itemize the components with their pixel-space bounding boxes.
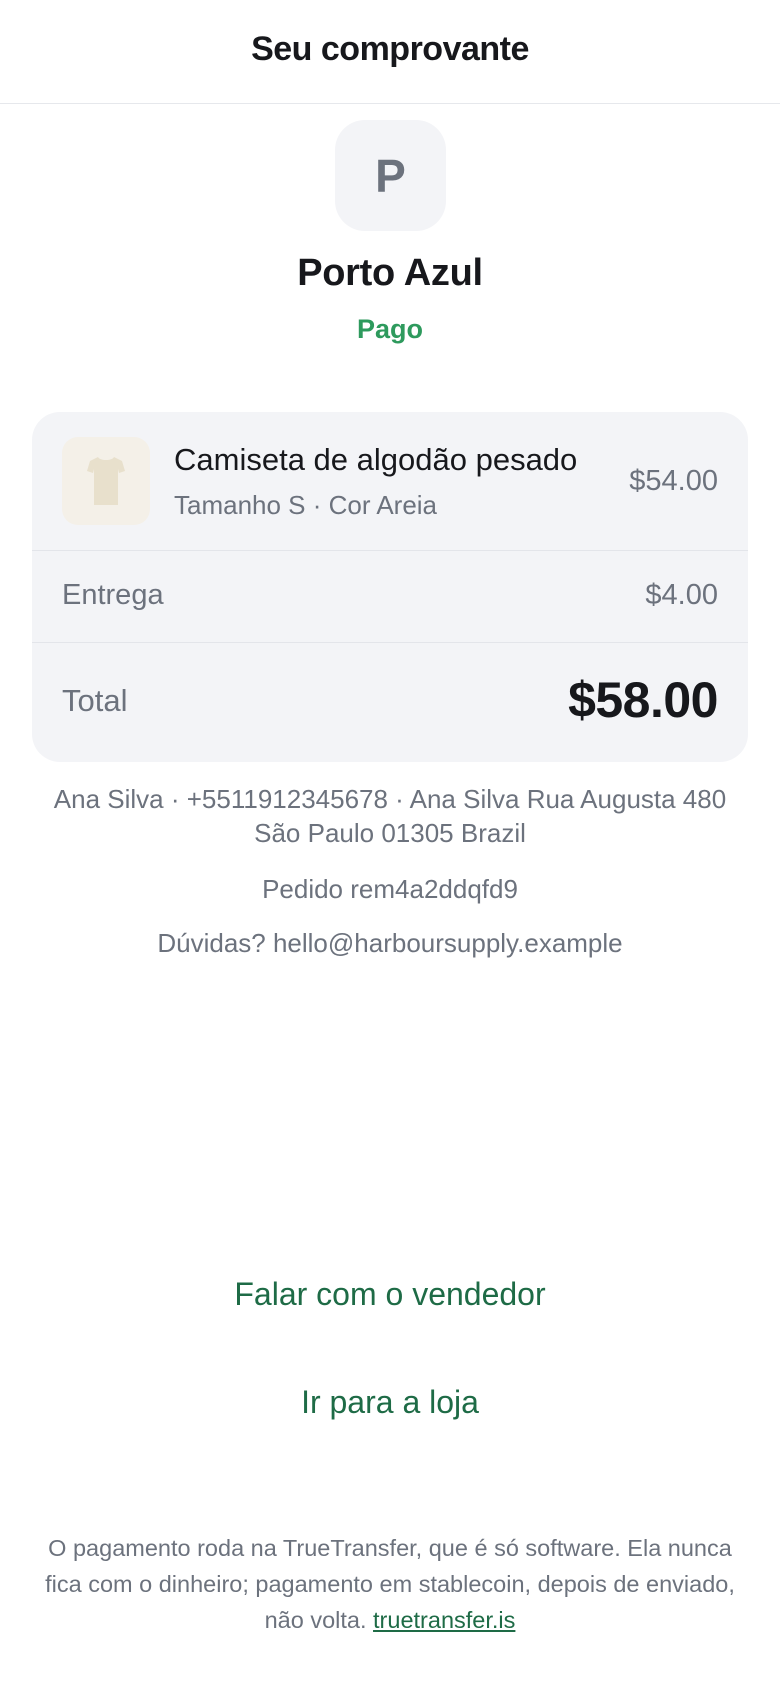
merchant-avatar: P: [335, 120, 446, 231]
go-to-store-button[interactable]: Ir para a loja: [190, 1372, 590, 1432]
item-variant: Tamanho S · Cor Areia: [174, 490, 438, 520]
item-price: $54.00: [629, 465, 718, 497]
tshirt-icon: [87, 457, 125, 505]
header: Seu comprovante: [0, 0, 780, 104]
receipt-page: Seu comprovante P Porto Azul Pago Camise…: [0, 0, 780, 1688]
truetransfer-link[interactable]: truetransfer.is: [373, 1607, 515, 1633]
merchant-name: Porto Azul: [297, 252, 483, 294]
order-summary-card: Camiseta de algodão pesado Tamanho S · C…: [32, 412, 748, 762]
page-title: Seu comprovante: [251, 30, 529, 68]
merchant-initial: P: [375, 149, 406, 202]
support-contact: Dúvidas? hello@harboursupply.example: [157, 928, 623, 958]
footer-disclaimer: O pagamento roda na TrueTransfer, que é …: [36, 1530, 744, 1638]
shipping-value: $4.00: [645, 579, 718, 611]
total-label: Total: [62, 683, 128, 718]
shipping-address-line2: São Paulo 01305 Brazil: [254, 818, 526, 848]
item-name: Camiseta de algodão pesado: [174, 442, 578, 477]
order-id: Pedido rem4a2ddqfd9: [262, 874, 518, 904]
total-row: Total $58.00: [32, 643, 748, 762]
shipping-address-line1: Ana Silva · +5511912345678 · Ana Silva R…: [53, 784, 727, 814]
shipping-row: Entrega $4.00: [32, 551, 748, 643]
line-item-row: Camiseta de algodão pesado Tamanho S · C…: [32, 412, 748, 551]
payment-status-badge: Pago: [356, 314, 423, 344]
item-thumbnail: [62, 437, 150, 525]
total-value: $58.00: [568, 672, 718, 728]
shipping-label: Entrega: [62, 579, 164, 611]
contact-seller-button[interactable]: Falar com o vendedor: [190, 1264, 590, 1324]
